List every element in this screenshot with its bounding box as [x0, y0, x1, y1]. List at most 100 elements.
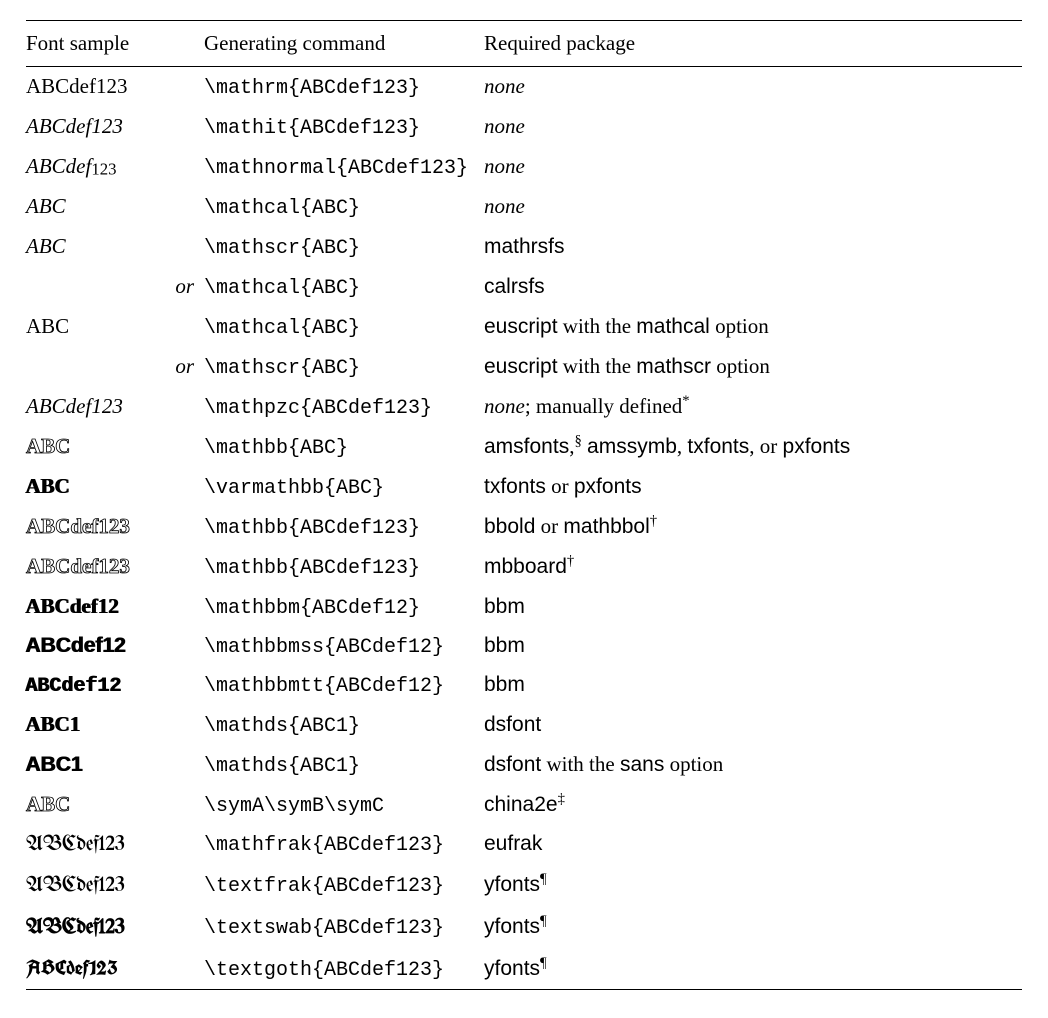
cmd-mathbbmtt: \mathbbmtt{ABCdef12}	[204, 666, 484, 705]
opt-name: mathscr	[636, 355, 711, 378]
cmd-mathfrak: \mathfrak{ABCdef123}	[204, 825, 484, 866]
pkg-china2e: china2e‡	[484, 785, 1022, 825]
comma: ,	[677, 434, 682, 458]
table-row: ABCdef12 \mathbbmtt{ABCdef12} bbm	[26, 666, 1022, 705]
pkg-amsfonts-etc: amsfonts,§ amssymb, txfonts, or pxfonts	[484, 427, 1022, 467]
footnote-dag: †	[567, 553, 574, 569]
pkg-name: mbboard	[484, 555, 567, 578]
footnote-ddag: ‡	[558, 791, 565, 807]
sample-varmathbb: ABC	[26, 467, 204, 507]
pkg-name: euscript	[484, 315, 558, 338]
cmd-mathbbmss: \mathbbmss{ABCdef12}	[204, 627, 484, 666]
or-label: or	[26, 267, 204, 307]
table-row: ABC1 \mathds{ABC1} dsfont	[26, 705, 1022, 745]
pkg-name: txfonts	[484, 475, 546, 498]
sample-mathbbm: ABCdef12	[26, 587, 204, 627]
sample-mathnormal-letters: ABCdef	[26, 154, 91, 178]
table-row: ABC \mathcal{ABC} none	[26, 187, 1022, 227]
math-alphabets-table: Font sample Generating command Required …	[26, 20, 1022, 990]
pkg-name: pxfonts	[574, 475, 642, 498]
table-row: ABCdef12 \mathbbmss{ABCdef12} bbm	[26, 627, 1022, 666]
cmd-mathbbm: \mathbbm{ABCdef12}	[204, 587, 484, 627]
pkg-name: txfonts	[687, 435, 749, 458]
pkg-bbold-mathbbol: bbold or mathbbol†	[484, 507, 1022, 547]
table-row: or \mathscr{ABC} euscript with the maths…	[26, 347, 1022, 387]
pkg-dsfont: dsfont	[484, 705, 1022, 745]
cmd-mathnormal: \mathnormal{ABCdef123}	[204, 147, 484, 187]
option-word: option	[670, 752, 724, 776]
cmd-mathbb-full: \mathbb{ABCdef123}	[204, 547, 484, 587]
opt-name: mathcal	[636, 315, 710, 338]
cmd-mathcal: \mathcal{ABC}	[204, 267, 484, 307]
table-row: ABCdef123 \textswab{ABCdef123} yfonts¶	[26, 907, 1022, 949]
sample-mathbbmtt: ABCdef12	[26, 666, 204, 705]
footnote-para: ¶	[540, 871, 547, 887]
sample-mathnormal: ABCdef123	[26, 147, 204, 187]
footnote-para: ¶	[540, 913, 547, 929]
table-row: ABC \mathbb{ABC} amsfonts,§ amssymb, txf…	[26, 427, 1022, 467]
cmd-mathcal: \mathcal{ABC}	[204, 187, 484, 227]
footnote-para: ¶	[540, 955, 547, 971]
pkg-yfonts: yfonts¶	[484, 865, 1022, 907]
sample-mathfrak: ABCdef123	[26, 825, 204, 866]
cmd-mathcal: \mathcal{ABC}	[204, 307, 484, 347]
with-the: with the	[546, 752, 614, 776]
sample-textgoth: ABCdef123	[26, 948, 204, 990]
comma: ,	[749, 434, 754, 458]
table-row: ABCdef123 \textgoth{ABCdef123} yfonts¶	[26, 948, 1022, 990]
pkg-yfonts: yfonts¶	[484, 907, 1022, 949]
sample-mbboard: ABCdef123	[26, 547, 204, 587]
option-word: option	[715, 314, 769, 338]
sample-mathit: ABCdef123	[26, 107, 204, 147]
cmd-mathbb-full: \mathbb{ABCdef123}	[204, 507, 484, 547]
pkg-none: none	[484, 187, 1022, 227]
footnote-ast: *	[682, 393, 689, 409]
with-the: with the	[563, 354, 631, 378]
cmd-textswab: \textswab{ABCdef123}	[204, 907, 484, 949]
pkg-bbm: bbm	[484, 627, 1022, 666]
pkg-dsfont-sans: dsfont with the sans option	[484, 745, 1022, 785]
cmd-varmathbb: \varmathbb{ABC}	[204, 467, 484, 507]
sample-textswab: ABCdef123	[26, 907, 204, 949]
pkg-name: bbold	[484, 515, 535, 538]
table-row: or \mathcal{ABC} calrsfs	[26, 267, 1022, 307]
sample-mathpzc: ABCdef123	[26, 387, 204, 427]
cmd-mathds: \mathds{ABC1}	[204, 745, 484, 785]
option-word: option	[716, 354, 770, 378]
table-row: ABCdef123 \mathrm{ABCdef123} none	[26, 66, 1022, 107]
pkg-name: yfonts	[484, 915, 540, 938]
pkg-name: china2e	[484, 793, 558, 816]
table-row: ABC \mathcal{ABC} euscript with the math…	[26, 307, 1022, 347]
cmd-sym: \symA\symB\symC	[204, 785, 484, 825]
pkg-name: dsfont	[484, 753, 541, 776]
sample-mathrm: ABCdef123	[26, 66, 204, 107]
pkg-mbboard: mbboard†	[484, 547, 1022, 587]
or-sep: or	[541, 514, 559, 538]
sample-euscript: ABC	[26, 307, 204, 347]
pkg-txpx: txfonts or pxfonts	[484, 467, 1022, 507]
pkg-name: amsfonts	[484, 435, 569, 458]
cmd-mathbb: \mathbb{ABC}	[204, 427, 484, 467]
col-font-sample: Font sample	[26, 21, 204, 67]
opt-name: sans	[620, 753, 664, 776]
or-sep: or	[551, 474, 569, 498]
or-sep: or	[760, 434, 778, 458]
cmd-mathpzc: \mathpzc{ABCdef123}	[204, 387, 484, 427]
table-row: ABC \symA\symB\symC china2e‡	[26, 785, 1022, 825]
pkg-none: none	[484, 147, 1022, 187]
sample-mathds: ABC1	[26, 705, 204, 745]
col-generating-command: Generating command	[204, 21, 484, 67]
footnote-sec: §	[574, 433, 581, 449]
pkg-name: euscript	[484, 355, 558, 378]
table-row: ABCdef123 \mathbb{ABCdef123} bbold or ma…	[26, 507, 1022, 547]
table-row: ABCdef123 \mathnormal{ABCdef123} none	[26, 147, 1022, 187]
cmd-mathrm: \mathrm{ABCdef123}	[204, 66, 484, 107]
cmd-textfrak: \textfrak{ABCdef123}	[204, 865, 484, 907]
col-required-package: Required package	[484, 21, 1022, 67]
table-row: ABCdef123 \textfrak{ABCdef123} yfonts¶	[26, 865, 1022, 907]
table-row: ABC1 \mathds{ABC1} dsfont with the sans …	[26, 745, 1022, 785]
table-row: ABC \mathscr{ABC} mathrsfs	[26, 227, 1022, 267]
pkg-none: none	[484, 394, 525, 418]
sample-mathcal: ABC	[26, 187, 204, 227]
or-label: or	[26, 347, 204, 387]
